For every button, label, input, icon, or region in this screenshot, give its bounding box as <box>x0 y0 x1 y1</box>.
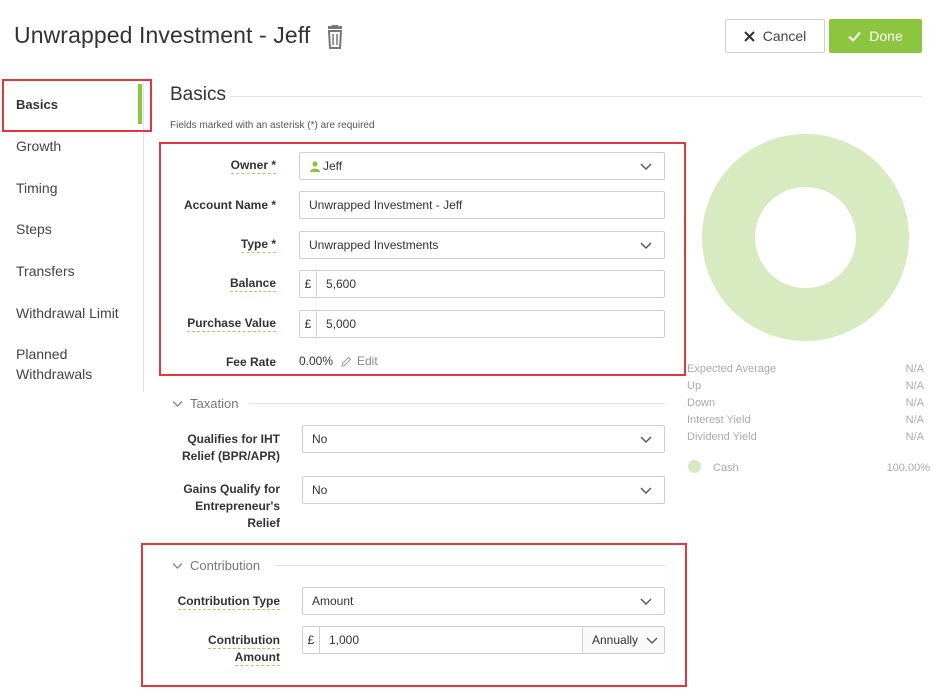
cash-legend-swatch <box>688 460 701 473</box>
up-value: N/A <box>905 380 924 392</box>
expected-average-value: N/A <box>905 363 924 375</box>
required-note: Fields marked with an asterisk (*) are r… <box>170 120 375 131</box>
chevron-down-icon <box>172 400 183 407</box>
dividend-yield-value: N/A <box>905 431 924 443</box>
entrepreneurs-relief-value: No <box>312 483 328 497</box>
down-label: Down <box>687 397 716 409</box>
done-button[interactable]: Done <box>829 19 922 53</box>
down-value: N/A <box>905 397 924 409</box>
section-title-basics: Basics <box>170 84 226 105</box>
up-label: Up <box>687 380 702 392</box>
cancel-button[interactable]: Cancel <box>725 19 825 53</box>
entrepreneurs-relief-select[interactable]: No <box>302 476 665 504</box>
sidebar-item-transfers[interactable]: Transfers <box>16 261 75 281</box>
interest-yield-label: Interest Yield <box>687 414 751 426</box>
taxation-title: Taxation <box>190 396 239 411</box>
cancel-label: Cancel <box>762 28 807 44</box>
check-icon <box>848 31 862 42</box>
taxation-rule <box>249 403 665 404</box>
allocation-donut-chart <box>702 134 909 341</box>
iht-relief-select[interactable]: No <box>302 425 665 453</box>
sidebar-item-planned-withdrawals[interactable]: Planned Withdrawals <box>16 344 92 384</box>
sidebar-item-label-line1: Planned <box>16 346 68 362</box>
taxation-toggle[interactable]: Taxation <box>172 396 238 411</box>
trash-icon[interactable] <box>324 25 346 49</box>
chevron-down-icon <box>640 436 652 443</box>
done-label: Done <box>869 28 903 44</box>
section-rule <box>230 96 922 97</box>
cash-legend-value: 100.00% <box>886 462 930 474</box>
cash-legend-label: Cash <box>713 462 739 474</box>
highlight-box-sidebar <box>2 79 152 132</box>
expected-average-label: Expected Average <box>687 363 777 375</box>
interest-yield-value: N/A <box>905 414 924 426</box>
sidebar-item-label-line2: Withdrawals <box>16 366 93 382</box>
page-title: Unwrapped Investment - Jeff <box>14 22 311 48</box>
dividend-yield-label: Dividend Yield <box>687 431 757 443</box>
sidebar-item-growth[interactable]: Growth <box>16 136 61 156</box>
iht-relief-value: No <box>312 432 328 446</box>
close-icon <box>743 30 755 42</box>
entrepreneurs-relief-label: Gains Qualify for Entrepreneur's Relief <box>183 482 280 530</box>
highlight-box-basics <box>159 142 686 376</box>
sidebar-item-steps[interactable]: Steps <box>16 219 52 239</box>
sidebar-item-timing[interactable]: Timing <box>16 178 58 198</box>
iht-relief-label: Qualifies for IHT Relief (BPR/APR) <box>181 432 280 463</box>
donut-ring-cash <box>702 134 909 341</box>
highlight-box-contribution <box>141 543 687 687</box>
chevron-down-icon <box>640 487 652 494</box>
sidebar-item-withdrawal-limit[interactable]: Withdrawal Limit <box>16 303 119 323</box>
